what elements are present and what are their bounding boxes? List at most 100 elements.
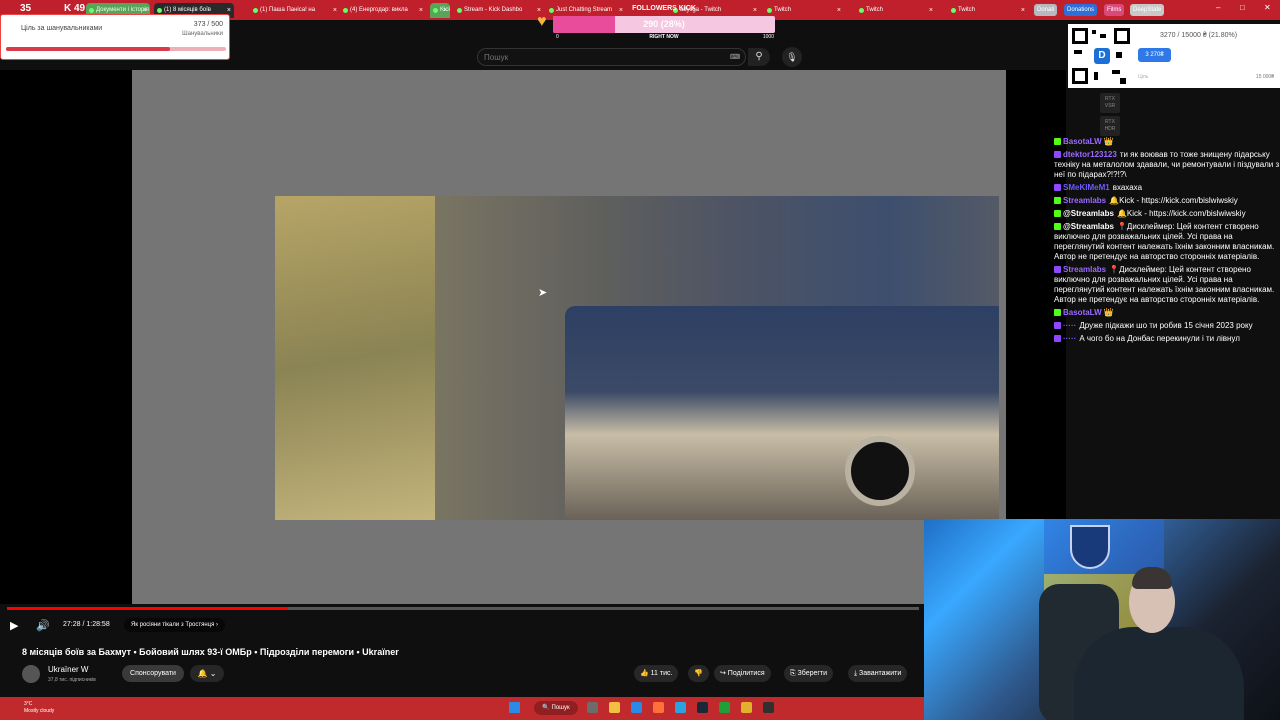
twitch-icon (1054, 322, 1061, 330)
donation-goal-widget: 3270 / 15000 ₴ (21.80%) 3 270₴ Ціль 15 0… (1134, 24, 1280, 88)
tab-close-icon[interactable]: × (1021, 3, 1025, 18)
chat-text: 🔔Kick - https://kick.com/bislwiwskiy (1116, 209, 1246, 218)
tab-favicon-icon (157, 8, 162, 13)
goal-title: Ціль за шанувальниками (21, 25, 103, 32)
chat-nickname: BasotaLW 👑 (1063, 137, 1114, 146)
browser-tab[interactable]: Stream - Kick Dashbo × (454, 3, 544, 18)
bookmark[interactable]: Donations (1064, 4, 1098, 16)
goal-progress-fill (6, 47, 171, 51)
browser-tab[interactable]: Twitch × (764, 3, 844, 18)
followers-progress-bar: 290 (28%) (553, 16, 775, 33)
followers-kick-widget: ♥ FOLLOWERS KICK 290 (28%) 0 RIGHT NOW 1… (537, 5, 775, 40)
channel-avatar[interactable] (22, 665, 40, 683)
goal-count: 373 / 500 (193, 21, 223, 28)
rtx-vsr-badge: RTX VSR (1100, 93, 1120, 113)
goal-progress-track (6, 47, 226, 51)
tab-label: Stream - Kick Dashbo (464, 7, 523, 13)
kick-viewer-counter: K 49 (64, 3, 86, 14)
twitch-icon (1054, 184, 1061, 192)
tab-label: Документи і історія (96, 7, 149, 13)
taskbar (0, 697, 924, 720)
tab-favicon-icon (951, 8, 956, 13)
mouse-cursor-icon: ➤ (538, 287, 548, 299)
video-action-button[interactable]: ⎘ Зберегти (784, 665, 834, 682)
xbox-icon[interactable] (719, 702, 730, 713)
chat-nickname: Streamlabs (1063, 265, 1107, 274)
weather-temp: 3°C (24, 701, 33, 707)
chat-text: вхахаха (1112, 183, 1143, 192)
channel-name[interactable]: Ukraїner W (48, 665, 88, 674)
edge-icon[interactable] (631, 702, 642, 713)
weather-desc: Mostly cloudy (24, 708, 55, 714)
tab-close-icon[interactable]: × (333, 3, 337, 18)
video-action-button[interactable]: ↪ Поділитися (714, 665, 771, 682)
tab-label: (1) 8 місяців боїв (164, 7, 211, 13)
weather-widget[interactable]: 3°C Mostly cloudy (24, 701, 54, 715)
video-action-button[interactable]: ⤓ Завантажити (848, 665, 908, 682)
twitch-icon (1054, 335, 1061, 343)
kick-icon (1054, 210, 1061, 218)
tab-close-icon[interactable]: × (929, 3, 933, 18)
chat-text: Друже підкажи шо ти робив 15 січня 2023 … (1079, 321, 1253, 330)
chat-message: BasotaLW 👑 (1054, 137, 1280, 147)
sponsor-button[interactable]: Спонсорувати (122, 665, 184, 682)
volume-icon[interactable]: 🔊 (36, 619, 50, 632)
streamer-hair (1132, 567, 1172, 589)
tab-close-icon[interactable]: × (419, 3, 423, 18)
chat-text: А чого бо на Донбас перекинули і ти лівн… (1079, 334, 1240, 343)
taskbar-search[interactable]: 🔍 Пошук (534, 701, 578, 715)
video-action-button[interactable]: 👍 11 тис. (634, 665, 679, 682)
steam-icon[interactable] (697, 702, 708, 713)
tab-label: (4) Енергодар: викла (350, 7, 408, 13)
tab-label: (1) Паша Паніса! на (260, 7, 316, 13)
tab-label: Twitch (774, 7, 792, 13)
search-input[interactable] (484, 51, 714, 64)
browser-tab[interactable]: Twitch × (948, 3, 1028, 18)
browser-tab[interactable]: (4) Енергодар: викла × (340, 3, 426, 18)
donation-max: 15 000₴ (1255, 74, 1274, 80)
bookmark[interactable]: DeepState (1130, 4, 1165, 16)
rtx-hdr-badge: RTX HDR (1100, 116, 1120, 136)
bell-icon[interactable]: 🔔 ⌄ (190, 665, 224, 682)
firefox-icon[interactable] (653, 702, 664, 713)
video-vehicle (565, 306, 999, 520)
tab-favicon-icon (89, 8, 94, 13)
search-icon[interactable]: ⚲ (748, 48, 770, 66)
obs-icon[interactable] (763, 702, 774, 713)
chrome-icon[interactable] (741, 702, 752, 713)
video-progress-bar[interactable] (7, 607, 919, 610)
goal-caption: Шанувальники (182, 31, 223, 37)
chat-overlay: BasotaLW 👑 dtektor123123 ти як воював то т… (1054, 137, 1280, 437)
chat-message: ····· Друже підкажи шо ти робив 15 січня … (1054, 321, 1280, 331)
bookmark[interactable]: Donati (1034, 4, 1058, 16)
chat-nickname: SMeKlMeM1 (1063, 183, 1110, 192)
keyboard-icon[interactable]: ⌨ (730, 53, 740, 61)
time-display: 27:28 / 1:28:58 (63, 621, 110, 628)
donation-chip: 3 270₴ (1138, 48, 1171, 62)
file-explorer-icon[interactable] (587, 702, 598, 713)
video-action-button[interactable]: 👎 (688, 665, 709, 682)
minimize-button[interactable]: – (1216, 3, 1220, 12)
kick-icon (1054, 223, 1061, 231)
mic-icon[interactable]: 🎙 (782, 47, 802, 67)
play-icon[interactable]: ▶ (10, 619, 18, 632)
kick-icon (1054, 138, 1061, 146)
followers-label: FOLLOWERS KICK (632, 5, 696, 12)
telegram-icon[interactable] (675, 702, 686, 713)
chat-nickname: dtektor123123 (1063, 150, 1117, 159)
video-progress-played (7, 607, 288, 610)
windows-start-icon[interactable] (509, 702, 520, 713)
tab-close-icon[interactable]: × (837, 3, 841, 18)
browser-tab[interactable]: (1) Паша Паніса! на × (250, 3, 340, 18)
maximize-button[interactable]: □ (1240, 3, 1245, 12)
bookmark[interactable]: Films (1104, 4, 1125, 16)
webcam-feed (924, 519, 1280, 720)
browser-tab[interactable]: Twitch × (856, 3, 936, 18)
browser-tab[interactable]: Kick × (430, 3, 450, 18)
video-player[interactable] (0, 70, 1066, 604)
chat-nickname: @Streamlabs (1063, 222, 1114, 231)
tab-close-icon[interactable]: × (443, 3, 447, 18)
folder-icon[interactable] (609, 702, 620, 713)
chapter-button[interactable]: Як росіяни тікали з Тростянця › (124, 618, 225, 632)
close-window-button[interactable]: ✕ (1264, 3, 1271, 12)
